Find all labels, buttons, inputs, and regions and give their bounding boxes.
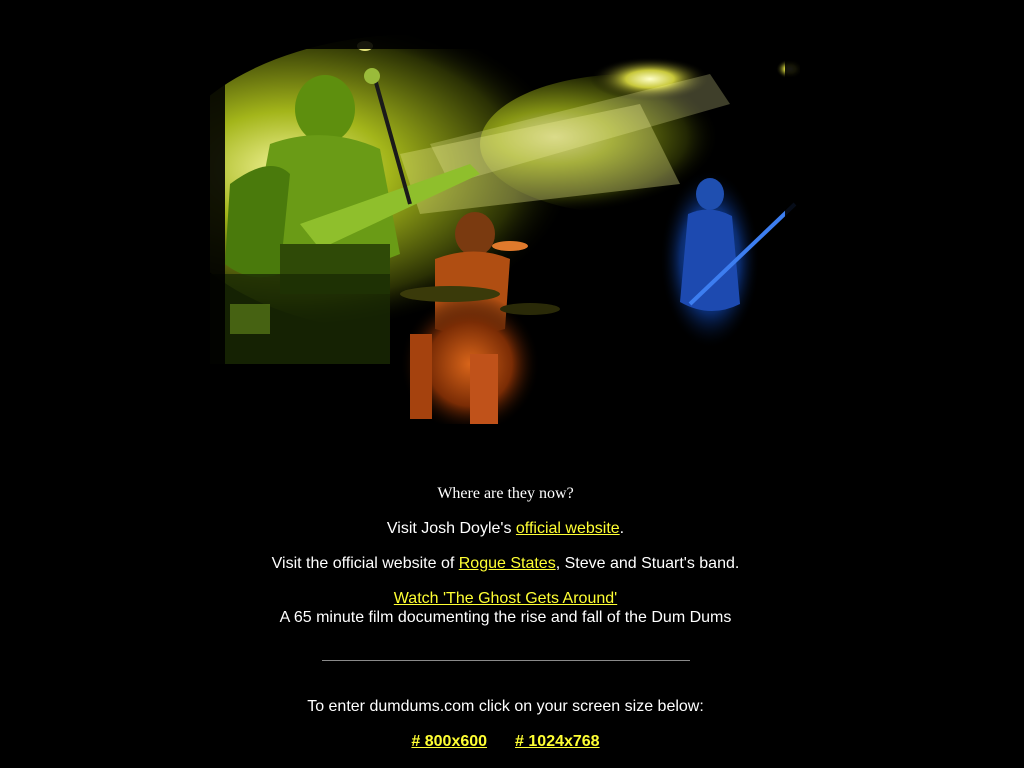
where-are-they-now-heading: Where are they now? <box>0 484 1011 503</box>
band-live-photo <box>210 34 800 439</box>
question-text: Where are they now? <box>437 485 574 502</box>
film-description: A 65 minute film documenting the rise an… <box>0 608 1011 627</box>
official-website-link[interactable]: official website <box>516 520 620 537</box>
josh-doyle-line: Visit Josh Doyle's official website. <box>0 519 1011 538</box>
rogue-states-line: Visit the official website of Rogue Stat… <box>0 554 1011 573</box>
film-link-line: Watch 'The Ghost Gets Around' <box>0 589 1011 608</box>
screen-size-1024x768-link[interactable]: # 1024x768 <box>515 733 600 750</box>
rogue-states-link[interactable]: Rogue States <box>459 555 556 572</box>
josh-suffix: . <box>619 520 625 537</box>
screen-size-options: # 800x600 # 1024x768 <box>0 732 1011 751</box>
horizontal-divider <box>322 660 690 661</box>
watch-film-link[interactable]: Watch 'The Ghost Gets Around' <box>394 590 617 607</box>
screen-size-800x600-link[interactable]: # 800x600 <box>411 733 487 750</box>
rogue-suffix: , Steve and Stuart's band. <box>555 555 740 572</box>
enter-prompt-text: To enter dumdums.com click on your scree… <box>307 698 704 715</box>
josh-prefix: Visit Josh Doyle's <box>386 520 516 537</box>
film-description-text: A 65 minute film documenting the rise an… <box>279 609 732 626</box>
rogue-prefix: Visit the official website of <box>271 555 459 572</box>
enter-prompt: To enter dumdums.com click on your scree… <box>0 697 1011 716</box>
